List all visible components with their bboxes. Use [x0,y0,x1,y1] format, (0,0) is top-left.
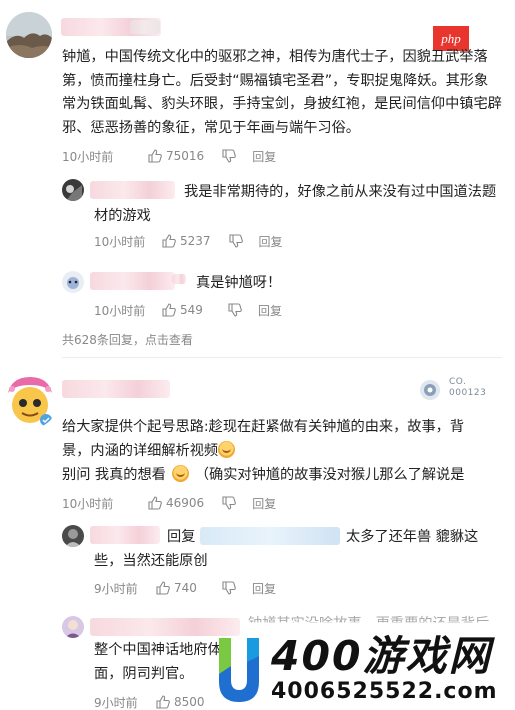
reply-username-blurred-tail [172,274,186,284]
like-button[interactable]: 8500 [156,695,205,709]
reply-time: 9小时前 [94,695,138,710]
comment-text-line-2-text: 景，内涵的详细解析视频 [62,443,219,459]
comment-text: 钟馗，中国传统文化中的驱邪之神，相传为唐代士子，因貌丑武举落第，愤而撞柱身亡。后… [62,49,502,136]
reply-text: 我是非常期待的，好像之前从来没有过中国道法题材的游戏 [94,184,497,224]
like-count: 46906 [166,496,205,510]
smile-emoji-icon [218,441,236,458]
dislike-button[interactable] [222,581,236,595]
dislike-button[interactable] [228,234,243,248]
like-button[interactable]: 5237 [162,234,211,248]
like-button[interactable]: 75016 [148,149,204,163]
like-button[interactable]: 46906 [148,496,204,510]
reply-avatar[interactable] [62,179,84,201]
username-blurred[interactable] [62,380,170,398]
dislike-button[interactable] [222,496,237,510]
reply-text-line-3: 面，阴司判官。 [94,666,194,682]
mention-blurred[interactable] [200,527,340,545]
reply-avatar[interactable] [62,616,84,638]
reply-text-line-1: 太多了还年兽 貔貅这 [346,529,479,545]
reply-meta: 10小时前 549 回复 [94,302,282,318]
like-count: 8500 [174,695,205,709]
reply-username-blurred[interactable] [90,526,160,544]
smile-emoji-icon [171,465,189,482]
like-count: 549 [180,303,203,317]
watermark-title: 400游戏网 [271,632,492,680]
thumbs-down-icon [228,303,242,317]
comment-text-line-3b: （确实对钟馗的故事没对猴儿那么了解说是 [194,467,465,483]
reply-avatar[interactable] [62,271,84,293]
badge-icon [420,380,440,400]
username-blurred-tail [130,20,160,34]
reply-meta: 9小时前 740 回复 [94,580,276,596]
thumbs-up-icon [162,303,176,317]
reply-avatar[interactable] [62,525,84,547]
thumbs-up-icon [148,149,162,163]
watermark-logo-icon [219,638,259,702]
reply-username-blurred[interactable] [90,272,175,290]
reply-time: 9小时前 [94,581,138,596]
reply-prefix: 回复 [167,529,196,545]
dislike-button[interactable] [228,303,242,317]
reply-meta: 9小时前 8500 [94,694,205,710]
comment-text-line-3: 别问 我真的想看 （确实对钟馗的故事没对猴儿那么了解说是 [62,464,464,488]
thumbs-down-icon [222,149,237,163]
thumbs-down-icon [228,234,243,248]
user-badge: CO. 000123 [419,377,514,403]
badge-line-1: CO. [449,377,467,387]
user-avatar[interactable] [2,373,58,429]
reply-button[interactable]: 回复 [252,495,276,512]
user-avatar[interactable] [6,12,52,58]
thumbs-down-icon [222,581,236,595]
reply-meta: 10小时前 5237 回复 [94,233,283,249]
reply-text-line-2: 整个中国神话地府体 [94,642,222,658]
watermark: 400游戏网 4006525522.com [215,632,515,710]
comment-text-line-1: 给大家提供个起号思路:趁现在赶紧做有关钟馗的由来，故事，背 [62,419,465,435]
like-count: 75016 [166,149,205,163]
badge-line-2: 000123 [449,388,487,398]
like-button[interactable]: 740 [156,581,204,595]
thumbs-down-icon [222,496,237,510]
comment-time: 10小时前 [62,496,114,511]
reply-text: 真是钟馗呀！ [196,275,282,291]
reply-time: 10小时前 [94,303,146,318]
reply-time: 10小时前 [94,234,146,249]
like-count: 740 [174,581,197,595]
comment-time: 10小时前 [62,149,114,164]
comment-text-line-2: 景，内涵的详细解析视频 [62,440,236,464]
watermark-phone: 4006525522.com [271,679,498,704]
comment-text-line-3a: 别问 我真的想看 [62,467,166,483]
reply-button[interactable]: 回复 [252,148,276,165]
reply-text-line-2: 些，当然还能原创 [94,553,208,569]
comment-meta: 10小时前 75016 回复 [62,148,276,164]
view-more-replies-link[interactable]: 共628条回复，点击查看 [62,331,193,348]
reply-button[interactable]: 回复 [259,233,283,250]
like-count: 5237 [180,234,211,248]
thumbs-up-icon [156,695,170,709]
thumbs-up-icon [156,581,170,595]
thumbs-up-icon [162,234,176,248]
like-button[interactable]: 549 [162,303,210,317]
reply-button[interactable]: 回复 [252,580,276,597]
comment-meta: 10小时前 46906 回复 [62,495,276,511]
reply-button[interactable]: 回复 [258,302,282,319]
divider [62,357,502,358]
dislike-button[interactable] [222,149,237,163]
thumbs-up-icon [148,496,162,510]
